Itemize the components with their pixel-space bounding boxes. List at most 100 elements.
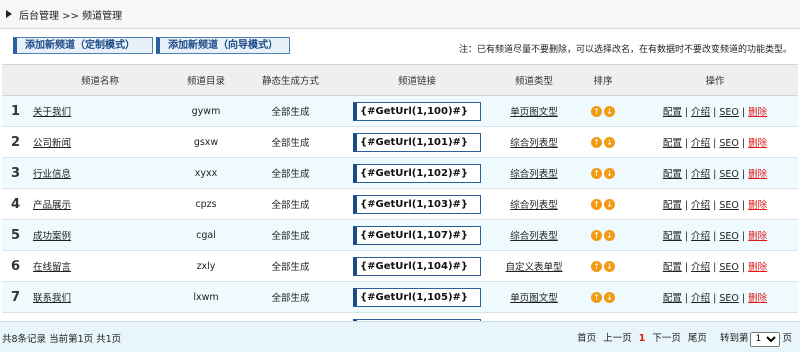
channel-link-field[interactable]: {#GetUrl(1,107)#} bbox=[353, 225, 481, 245]
seo-link[interactable]: SEO bbox=[719, 107, 739, 118]
config-link[interactable]: 配置 bbox=[663, 200, 682, 211]
add-channel-guide-button[interactable]: 添加新频道（向导模式） bbox=[156, 37, 290, 54]
seo-link[interactable]: SEO bbox=[719, 138, 739, 149]
intro-link[interactable]: 介绍 bbox=[691, 231, 710, 242]
channel-link-field[interactable]: {#GetUrl(1,105)#} bbox=[353, 287, 481, 307]
row-index: 5 bbox=[2, 219, 29, 251]
channel-name-link[interactable]: 产品展示 bbox=[33, 200, 71, 211]
seo-link[interactable]: SEO bbox=[719, 293, 739, 304]
channel-dir: cgal bbox=[171, 219, 241, 251]
separator: | bbox=[741, 293, 746, 304]
arrow-up-circle-icon[interactable]: ↑ bbox=[591, 167, 602, 179]
toolbar: 添加新频道（定制模式） 添加新频道（向导模式） 注：已有频道尽量不要删除，可以选… bbox=[0, 29, 800, 60]
intro-link[interactable]: 介绍 bbox=[691, 200, 710, 211]
channel-link-field[interactable]: {#GetUrl(1,100)#} bbox=[353, 101, 481, 121]
table-row: 6 在线留言 zxly 全部生成 {#GetUrl(1,104)#} 自定义表单型 ↑ ↓ 配置… bbox=[2, 250, 798, 282]
channel-name-link[interactable]: 在线留言 bbox=[33, 262, 71, 273]
record-summary: 共8条记录 当前第1页 共1页 bbox=[2, 334, 122, 345]
config-link[interactable]: 配置 bbox=[663, 138, 682, 149]
separator: | bbox=[684, 231, 689, 242]
intro-link[interactable]: 介绍 bbox=[691, 107, 710, 118]
row-index: 4 bbox=[2, 188, 29, 220]
table-header-row: 频道名称 频道目录 静态生成方式 频道链接 频道类型 排序 操作 bbox=[2, 64, 798, 96]
arrow-down-circle-icon[interactable]: ↓ bbox=[604, 105, 615, 117]
channel-type-link[interactable]: 单页图文型 bbox=[510, 107, 558, 118]
channel-type-link[interactable]: 综合列表型 bbox=[510, 200, 558, 211]
channel-type-link[interactable]: 综合列表型 bbox=[510, 231, 558, 242]
breadcrumb-bar: 后台管理 >> 频道管理 bbox=[0, 0, 800, 29]
breadcrumb: 后台管理 >> 频道管理 bbox=[19, 11, 123, 22]
channel-type-link[interactable]: 综合列表型 bbox=[510, 138, 558, 149]
channel-name-link[interactable]: 关于我们 bbox=[33, 107, 71, 118]
pagination: 首页 上一页 1 下一页 尾页 转到第 1 页 bbox=[573, 330, 792, 347]
arrow-up-circle-icon[interactable]: ↑ bbox=[591, 291, 602, 303]
prev-page-link[interactable]: 上一页 bbox=[603, 333, 632, 344]
channel-type-link[interactable]: 自定义表单型 bbox=[505, 262, 562, 273]
delete-link[interactable]: 删除 bbox=[748, 262, 767, 273]
delete-link[interactable]: 删除 bbox=[748, 169, 767, 180]
arrow-down-circle-icon[interactable]: ↓ bbox=[604, 260, 615, 272]
seo-link[interactable]: SEO bbox=[719, 231, 739, 242]
separator: | bbox=[713, 138, 717, 149]
channel-type-link[interactable]: 单页图文型 bbox=[510, 293, 558, 304]
delete-link[interactable]: 删除 bbox=[748, 293, 767, 304]
channel-type-link[interactable]: 综合列表型 bbox=[510, 169, 558, 180]
arrow-up-circle-icon[interactable]: ↑ bbox=[591, 136, 602, 148]
delete-link[interactable]: 删除 bbox=[748, 138, 767, 149]
goto-label: 转到第 bbox=[719, 333, 749, 344]
channel-link-field[interactable]: {#GetUrl(1,101)#} bbox=[353, 132, 481, 152]
arrow-up-circle-icon[interactable]: ↑ bbox=[591, 105, 602, 117]
intro-link[interactable]: 介绍 bbox=[691, 262, 710, 273]
channel-name-link[interactable]: 行业信息 bbox=[33, 169, 71, 180]
col-header-dir: 频道目录 bbox=[171, 64, 241, 96]
separator: | bbox=[741, 107, 746, 118]
arrow-up-circle-icon[interactable]: ↑ bbox=[591, 260, 602, 272]
seo-link[interactable]: SEO bbox=[719, 169, 739, 180]
channel-link-field[interactable]: {#GetUrl(1,102)#} bbox=[353, 163, 481, 183]
channel-name-link[interactable]: 联系我们 bbox=[33, 293, 71, 304]
arrow-down-circle-icon[interactable]: ↓ bbox=[604, 136, 615, 148]
arrow-down-circle-icon[interactable]: ↓ bbox=[604, 291, 615, 303]
arrow-up-circle-icon[interactable]: ↑ bbox=[591, 198, 602, 210]
arrow-down-circle-icon[interactable]: ↓ bbox=[604, 198, 615, 210]
separator: | bbox=[713, 169, 717, 180]
intro-link[interactable]: 介绍 bbox=[691, 293, 710, 304]
intro-link[interactable]: 介绍 bbox=[691, 169, 710, 180]
delete-link[interactable]: 删除 bbox=[748, 231, 767, 242]
config-link[interactable]: 配置 bbox=[663, 169, 682, 180]
first-page-link[interactable]: 首页 bbox=[577, 333, 596, 344]
delete-link[interactable]: 删除 bbox=[748, 107, 767, 118]
config-link[interactable]: 配置 bbox=[663, 293, 682, 304]
channel-dir: zxly bbox=[171, 250, 241, 282]
col-header-name: 频道名称 bbox=[29, 64, 171, 96]
col-header-link: 频道链接 bbox=[340, 64, 494, 96]
separator: | bbox=[741, 138, 746, 149]
intro-link[interactable]: 介绍 bbox=[691, 138, 710, 149]
arrow-down-circle-icon[interactable]: ↓ bbox=[604, 167, 615, 179]
config-link[interactable]: 配置 bbox=[663, 107, 682, 118]
seo-link[interactable]: SEO bbox=[719, 200, 739, 211]
table-row: 5 成功案例 cgal 全部生成 {#GetUrl(1,107)#} 综合列表型 ↑ ↓ 配置 … bbox=[2, 219, 798, 251]
triangle-right-icon bbox=[6, 10, 12, 18]
row-index: 1 bbox=[2, 95, 29, 127]
col-header-gen: 静态生成方式 bbox=[241, 64, 340, 96]
channel-link-field[interactable]: {#GetUrl(1,104)#} bbox=[353, 256, 481, 276]
seo-link[interactable]: SEO bbox=[719, 262, 739, 273]
channel-gen-mode: 全部生成 bbox=[241, 95, 340, 127]
channel-link-field[interactable]: {#GetUrl(1,103)#} bbox=[353, 194, 481, 214]
config-link[interactable]: 配置 bbox=[663, 262, 682, 273]
page-select[interactable]: 1 bbox=[750, 331, 781, 347]
channel-name-link[interactable]: 公司新闻 bbox=[33, 138, 71, 149]
delete-link[interactable]: 删除 bbox=[748, 200, 767, 211]
add-channel-custom-button[interactable]: 添加新频道（定制模式） bbox=[13, 37, 153, 54]
separator: | bbox=[741, 262, 746, 273]
next-page-link[interactable]: 下一页 bbox=[652, 333, 681, 344]
config-link[interactable]: 配置 bbox=[663, 231, 682, 242]
channel-gen-mode: 全部生成 bbox=[241, 219, 340, 251]
channel-name-link[interactable]: 成功案例 bbox=[33, 231, 71, 242]
last-page-link[interactable]: 尾页 bbox=[688, 333, 707, 344]
table-footer: 共8条记录 当前第1页 共1页 首页 上一页 1 下一页 尾页 转到第 1 页 bbox=[0, 321, 800, 352]
arrow-up-circle-icon[interactable]: ↑ bbox=[591, 229, 602, 241]
arrow-down-circle-icon[interactable]: ↓ bbox=[604, 229, 615, 241]
channel-gen-mode: 全部生成 bbox=[241, 281, 340, 313]
